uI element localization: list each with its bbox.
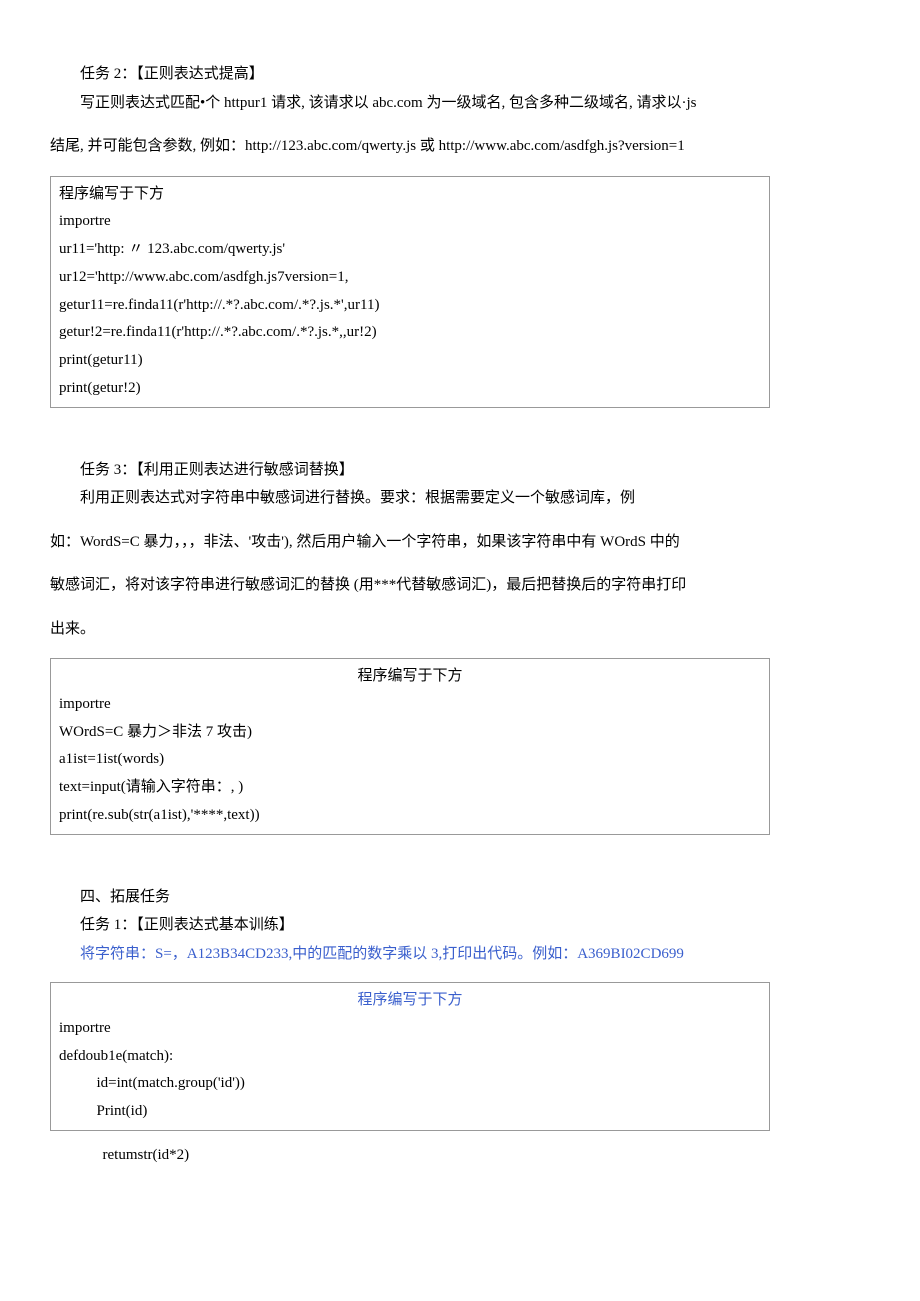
ext-task1-code-box: 程序编写于下方 importre defdoub1e(match): id=in… [50, 982, 770, 1131]
task2-code-box: 程序编写于下方 importre ur11='http: 〃 123.abc.c… [50, 176, 770, 408]
code-line: defdoub1e(match): [59, 1043, 761, 1071]
code-line: Print(id) [59, 1098, 761, 1126]
task3-desc-line1: 利用正则表达式对字符串中敏感词进行替换。要求：根据需要定义一个敏感词库，例 [50, 484, 770, 513]
task2-desc-line2: 结尾, 并可能包含参数, 例如：http://123.abc.com/qwert… [50, 132, 770, 161]
code-line: getur!2=re.finda11(r'http://.*?.abc.com/… [59, 319, 761, 347]
ext-task1-desc: 将字符串：S=，A123B34CD233,中的匹配的数字乘以 3,打印出代码。例… [50, 940, 770, 969]
code-line: text=input(请输入字符串：, ) [59, 774, 761, 802]
code-line: print(getur!2) [59, 375, 761, 403]
extension-heading: 四、拓展任务 [50, 883, 770, 912]
code-line: WOrdS=C 暴力＞非法 7 攻击) [59, 719, 761, 747]
task3-title: 任务 3：【利用正则表达进行敏感词替换】 [50, 456, 770, 485]
code-line: a1ist=1ist(words) [59, 746, 761, 774]
code-line: importre [59, 208, 761, 236]
code-line: print(getur11) [59, 347, 761, 375]
task3-code-box: 程序编写于下方 importre WOrdS=C 暴力＞非法 7 攻击) a1i… [50, 658, 770, 835]
code-line: getur11=re.finda11(r'http://.*?.abc.com/… [59, 292, 761, 320]
task3-desc-line2: 如：WordS=C 暴力，，，非法、'攻击'), 然后用户输入一个字符串，如果该… [50, 528, 770, 557]
code-line-after-box: retumstr(id*2) [50, 1141, 770, 1170]
task3-desc-line3: 敏感词汇，将对该字符串进行敏感词汇的替换 (用***代替敏感词汇)，最后把替换后… [50, 571, 770, 600]
code-line: id=int(match.group('id')) [59, 1070, 761, 1098]
code-line: print(re.sub(str(a1ist),'****,text)) [59, 802, 761, 830]
code-header: 程序编写于下方 [59, 663, 761, 691]
code-line: importre [59, 1015, 761, 1043]
code-header: 程序编写于下方 [59, 987, 761, 1015]
code-line: importre [59, 691, 761, 719]
code-line: ur12='http://www.abc.com/asdfgh.js7versi… [59, 264, 761, 292]
task2-desc-line1: 写正则表达式匹配•个 httpur1 请求, 该请求以 abc.com 为一级域… [50, 89, 770, 118]
code-header: 程序编写于下方 [59, 181, 761, 209]
code-line: ur11='http: 〃 123.abc.com/qwerty.js' [59, 236, 761, 264]
task3-desc-line4: 出来。 [50, 615, 770, 644]
ext-task1-title: 任务 1：【正则表达式基本训练】 [50, 911, 770, 940]
task2-title: 任务 2：【正则表达式提高】 [50, 60, 770, 89]
